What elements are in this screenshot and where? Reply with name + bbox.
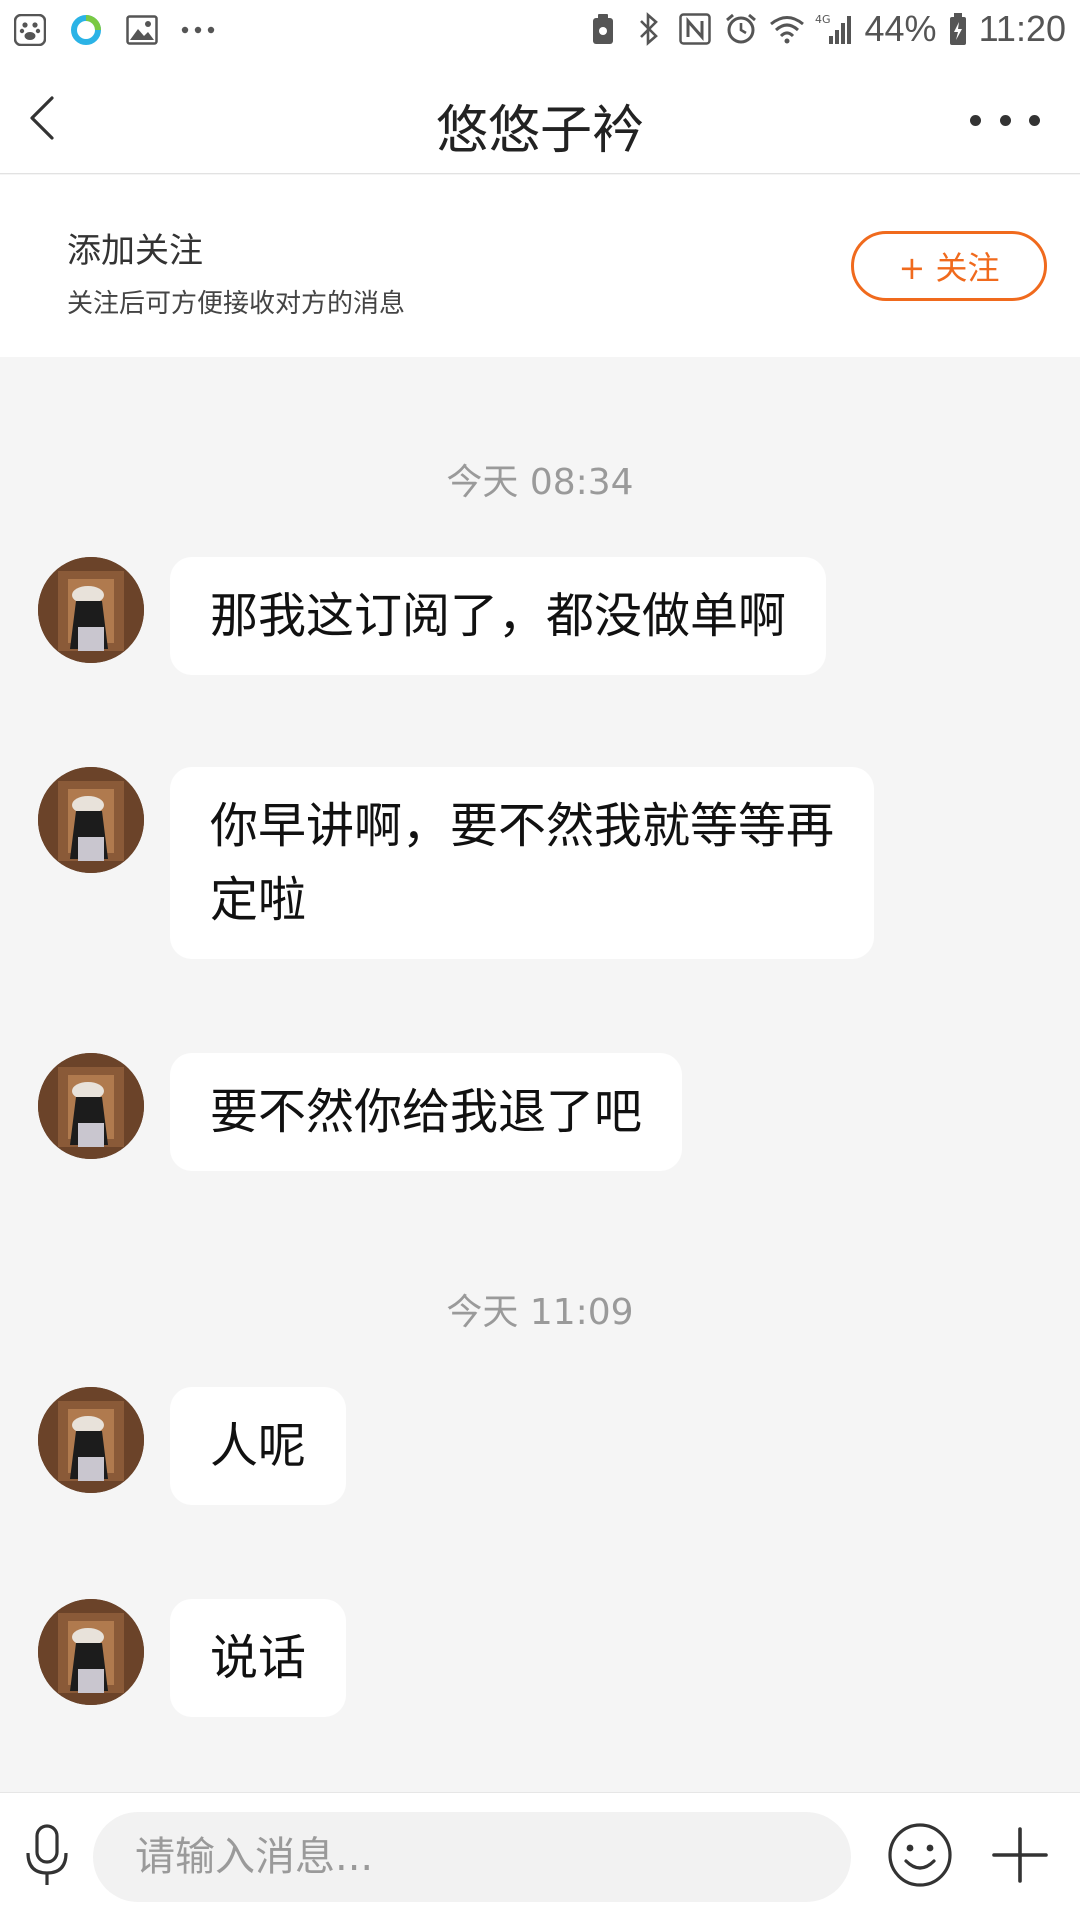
baidu-paw-icon — [12, 12, 48, 48]
input-bar — [0, 1792, 1080, 1920]
timestamp: 今天 11:09 — [446, 1292, 634, 1333]
alarm-icon — [723, 11, 759, 47]
chat-header: 悠悠子衿 — [0, 62, 1080, 174]
battery-icon — [947, 11, 969, 47]
avatar-photo-icon — [38, 557, 144, 663]
avatar-photo-icon — [38, 1053, 144, 1159]
message-bubble[interactable]: 要不然你给我退了吧 — [170, 1053, 683, 1171]
message-bubble[interactable]: 你早讲啊，要不然我就等等再定啦 — [170, 767, 874, 959]
avatar-photo-icon — [38, 1387, 144, 1493]
more-dot — [999, 114, 1011, 126]
status-bar: 4G 44% 11:20 — [0, 0, 1080, 62]
status-bar-right: 4G 44% 11:20 — [585, 8, 1066, 50]
timestamp: 今天 08:34 — [446, 462, 634, 503]
network-type-label: 4G — [815, 13, 831, 26]
message-row: 要不然你给我退了吧 — [38, 1053, 683, 1171]
voice-input-button[interactable] — [22, 1823, 72, 1889]
status-bar-left — [12, 12, 216, 48]
follow-banner: 添加关注 关注后可方便接收对方的消息 + 关注 — [0, 175, 1080, 357]
more-actions-button[interactable] — [988, 1823, 1052, 1887]
microphone-icon — [26, 1824, 68, 1885]
avatar[interactable] — [38, 1387, 144, 1493]
avatar-photo-icon — [38, 1599, 144, 1705]
emoji-button[interactable] — [886, 1821, 954, 1889]
clock: 11:20 — [978, 8, 1066, 49]
plus-icon — [992, 1827, 1048, 1883]
avatar[interactable] — [38, 1053, 144, 1159]
cell-signal-icon: 4G — [815, 11, 855, 47]
message-row: 那我这订阅了，都没做单啊 — [38, 557, 827, 675]
avatar[interactable] — [38, 1599, 144, 1705]
message-input[interactable] — [93, 1812, 851, 1902]
message-bubble[interactable]: 人呢 — [170, 1387, 347, 1505]
gallery-icon — [124, 12, 160, 48]
more-horizontal-icon — [970, 114, 981, 126]
avatar-photo-icon — [38, 767, 144, 873]
battery-percent: 44% — [864, 8, 937, 49]
chat-title: 悠悠子衿 — [435, 101, 644, 161]
chat-history[interactable]: 今天 08:34 那我这订阅了，都没做单啊 你早讲啊，要不然我就等等再定啦 要不… — [0, 357, 1080, 1792]
sync-app-icon — [68, 12, 104, 48]
avatar[interactable] — [38, 557, 144, 663]
message-row: 你早讲啊，要不然我就等等再定啦 — [38, 767, 874, 959]
wifi-icon — [769, 11, 805, 47]
message-bubble[interactable]: 说话 — [170, 1599, 347, 1717]
bluetooth-icon — [631, 11, 667, 47]
follow-button[interactable]: + 关注 — [851, 231, 1047, 301]
nfc-n-icon — [677, 11, 713, 47]
nfc-icon — [585, 11, 621, 47]
message-bubble[interactable]: 那我这订阅了，都没做单啊 — [170, 557, 827, 675]
more-options-button[interactable] — [970, 92, 1040, 148]
message-row: 说话 — [38, 1599, 347, 1717]
more-dot — [1029, 114, 1040, 126]
message-row: 人呢 — [38, 1387, 347, 1505]
avatar[interactable] — [38, 767, 144, 873]
more-dots-icon — [180, 12, 216, 48]
emoji-icon — [888, 1823, 952, 1887]
follow-title: 添加关注 — [67, 231, 203, 271]
follow-subtitle: 关注后可方便接收对方的消息 — [67, 289, 406, 319]
